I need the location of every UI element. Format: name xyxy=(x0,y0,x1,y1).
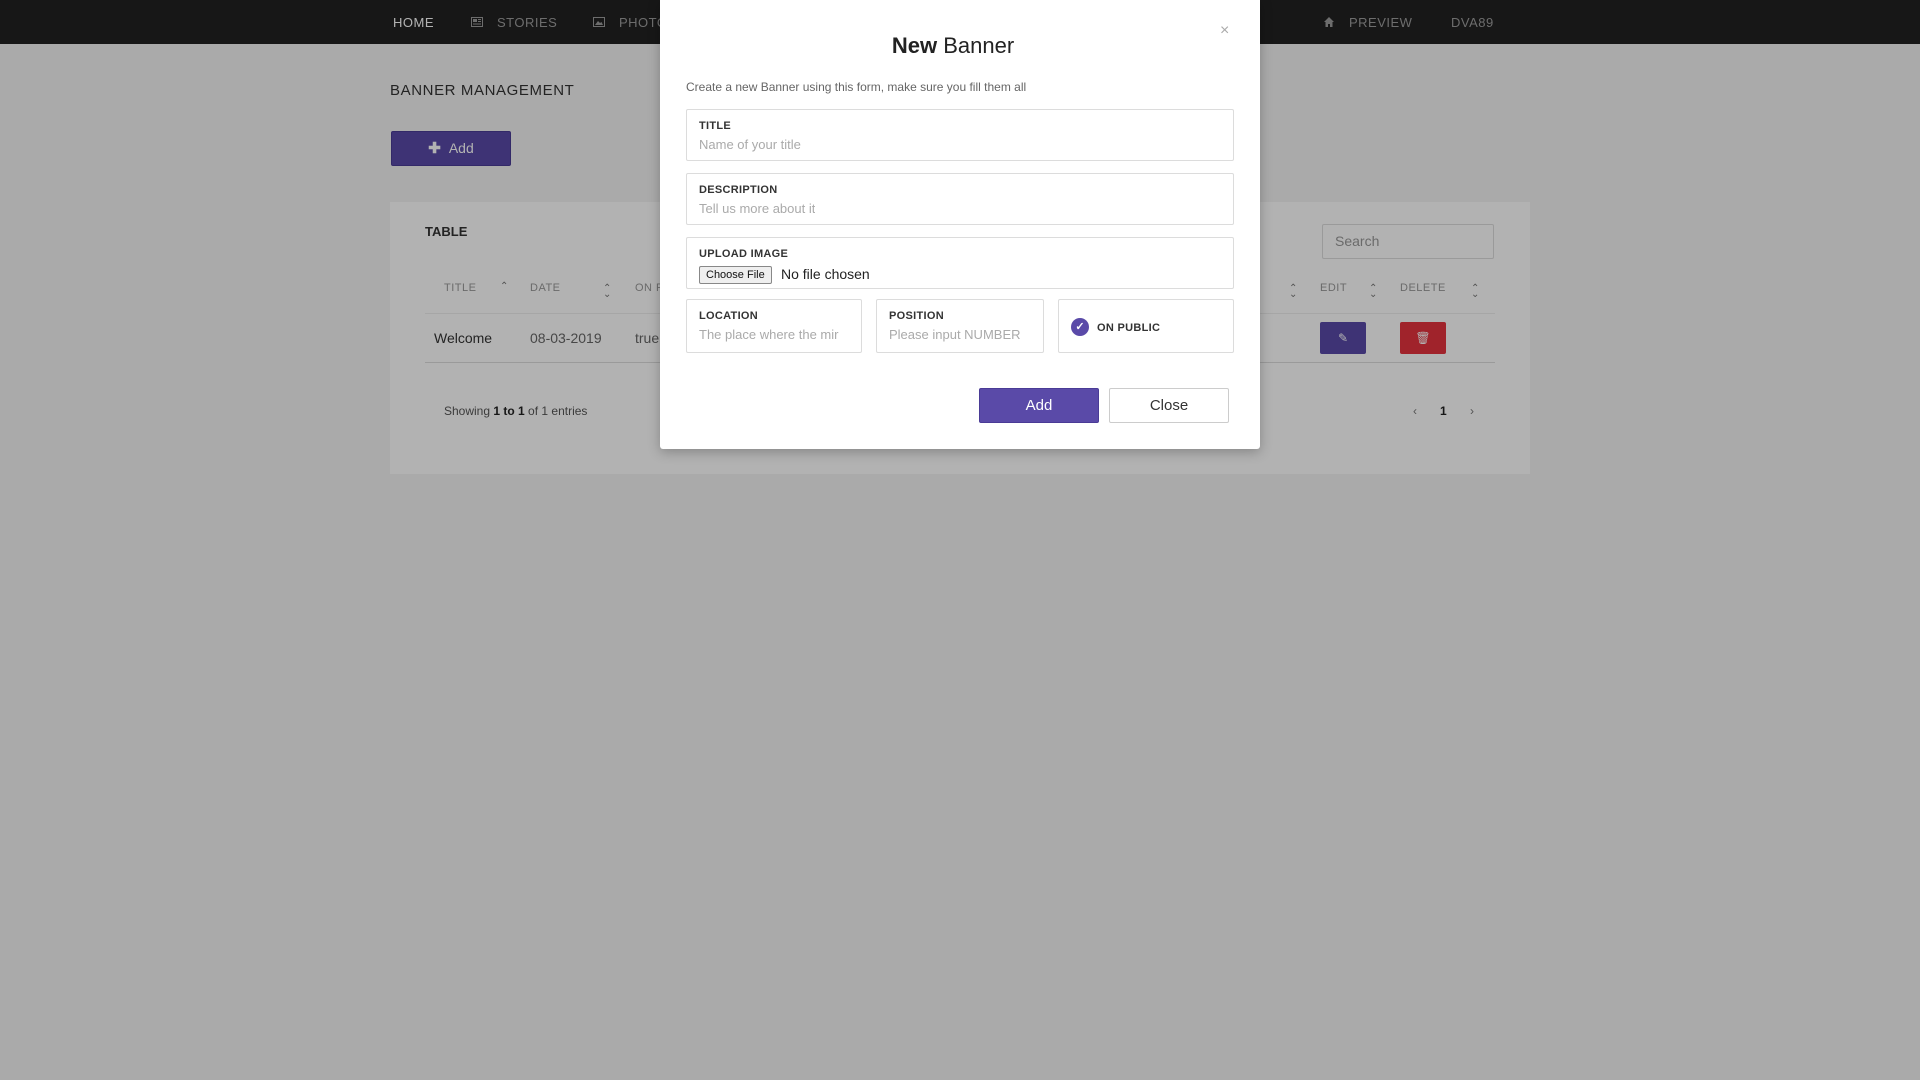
modal-title: New Banner xyxy=(660,33,1246,59)
modal-title-rest: Banner xyxy=(937,33,1015,58)
on-public-label: ON PUBLIC xyxy=(1097,322,1161,334)
modal-title-bold: New xyxy=(891,33,938,58)
position-field-placeholder[interactable]: Please input NUMBER xyxy=(889,327,1035,342)
position-field[interactable]: POSITION Please input NUMBER xyxy=(876,299,1044,353)
location-field[interactable]: LOCATION The place where the mir xyxy=(686,299,862,353)
description-field[interactable]: DESCRIPTION Tell us more about it xyxy=(686,173,1234,225)
description-field-label: DESCRIPTION xyxy=(699,184,778,196)
modal-close-button[interactable]: Close xyxy=(1109,388,1229,423)
upload-image-label: UPLOAD IMAGE xyxy=(699,248,789,260)
file-status: No file chosen xyxy=(781,266,870,282)
choose-file-button[interactable]: Choose File xyxy=(699,266,772,284)
position-field-label: POSITION xyxy=(889,310,944,322)
title-field[interactable]: TITLE Name of your title xyxy=(686,109,1234,161)
description-field-placeholder[interactable]: Tell us more about it xyxy=(699,201,815,216)
location-field-placeholder[interactable]: The place where the mir xyxy=(699,327,851,342)
check-circle-icon[interactable]: ✓ xyxy=(1071,318,1089,336)
title-field-placeholder[interactable]: Name of your title xyxy=(699,137,801,152)
modal-subtitle: Create a new Banner using this form, mak… xyxy=(686,80,1027,94)
title-field-label: TITLE xyxy=(699,120,732,132)
location-field-label: LOCATION xyxy=(699,310,759,322)
modal-add-button[interactable]: Add xyxy=(979,388,1099,423)
on-public-checkbox[interactable]: ✓ ON PUBLIC xyxy=(1058,299,1234,353)
new-banner-modal: × New Banner Create a new Banner using t… xyxy=(660,0,1260,449)
upload-image-field: UPLOAD IMAGE Choose File No file chosen xyxy=(686,237,1234,289)
